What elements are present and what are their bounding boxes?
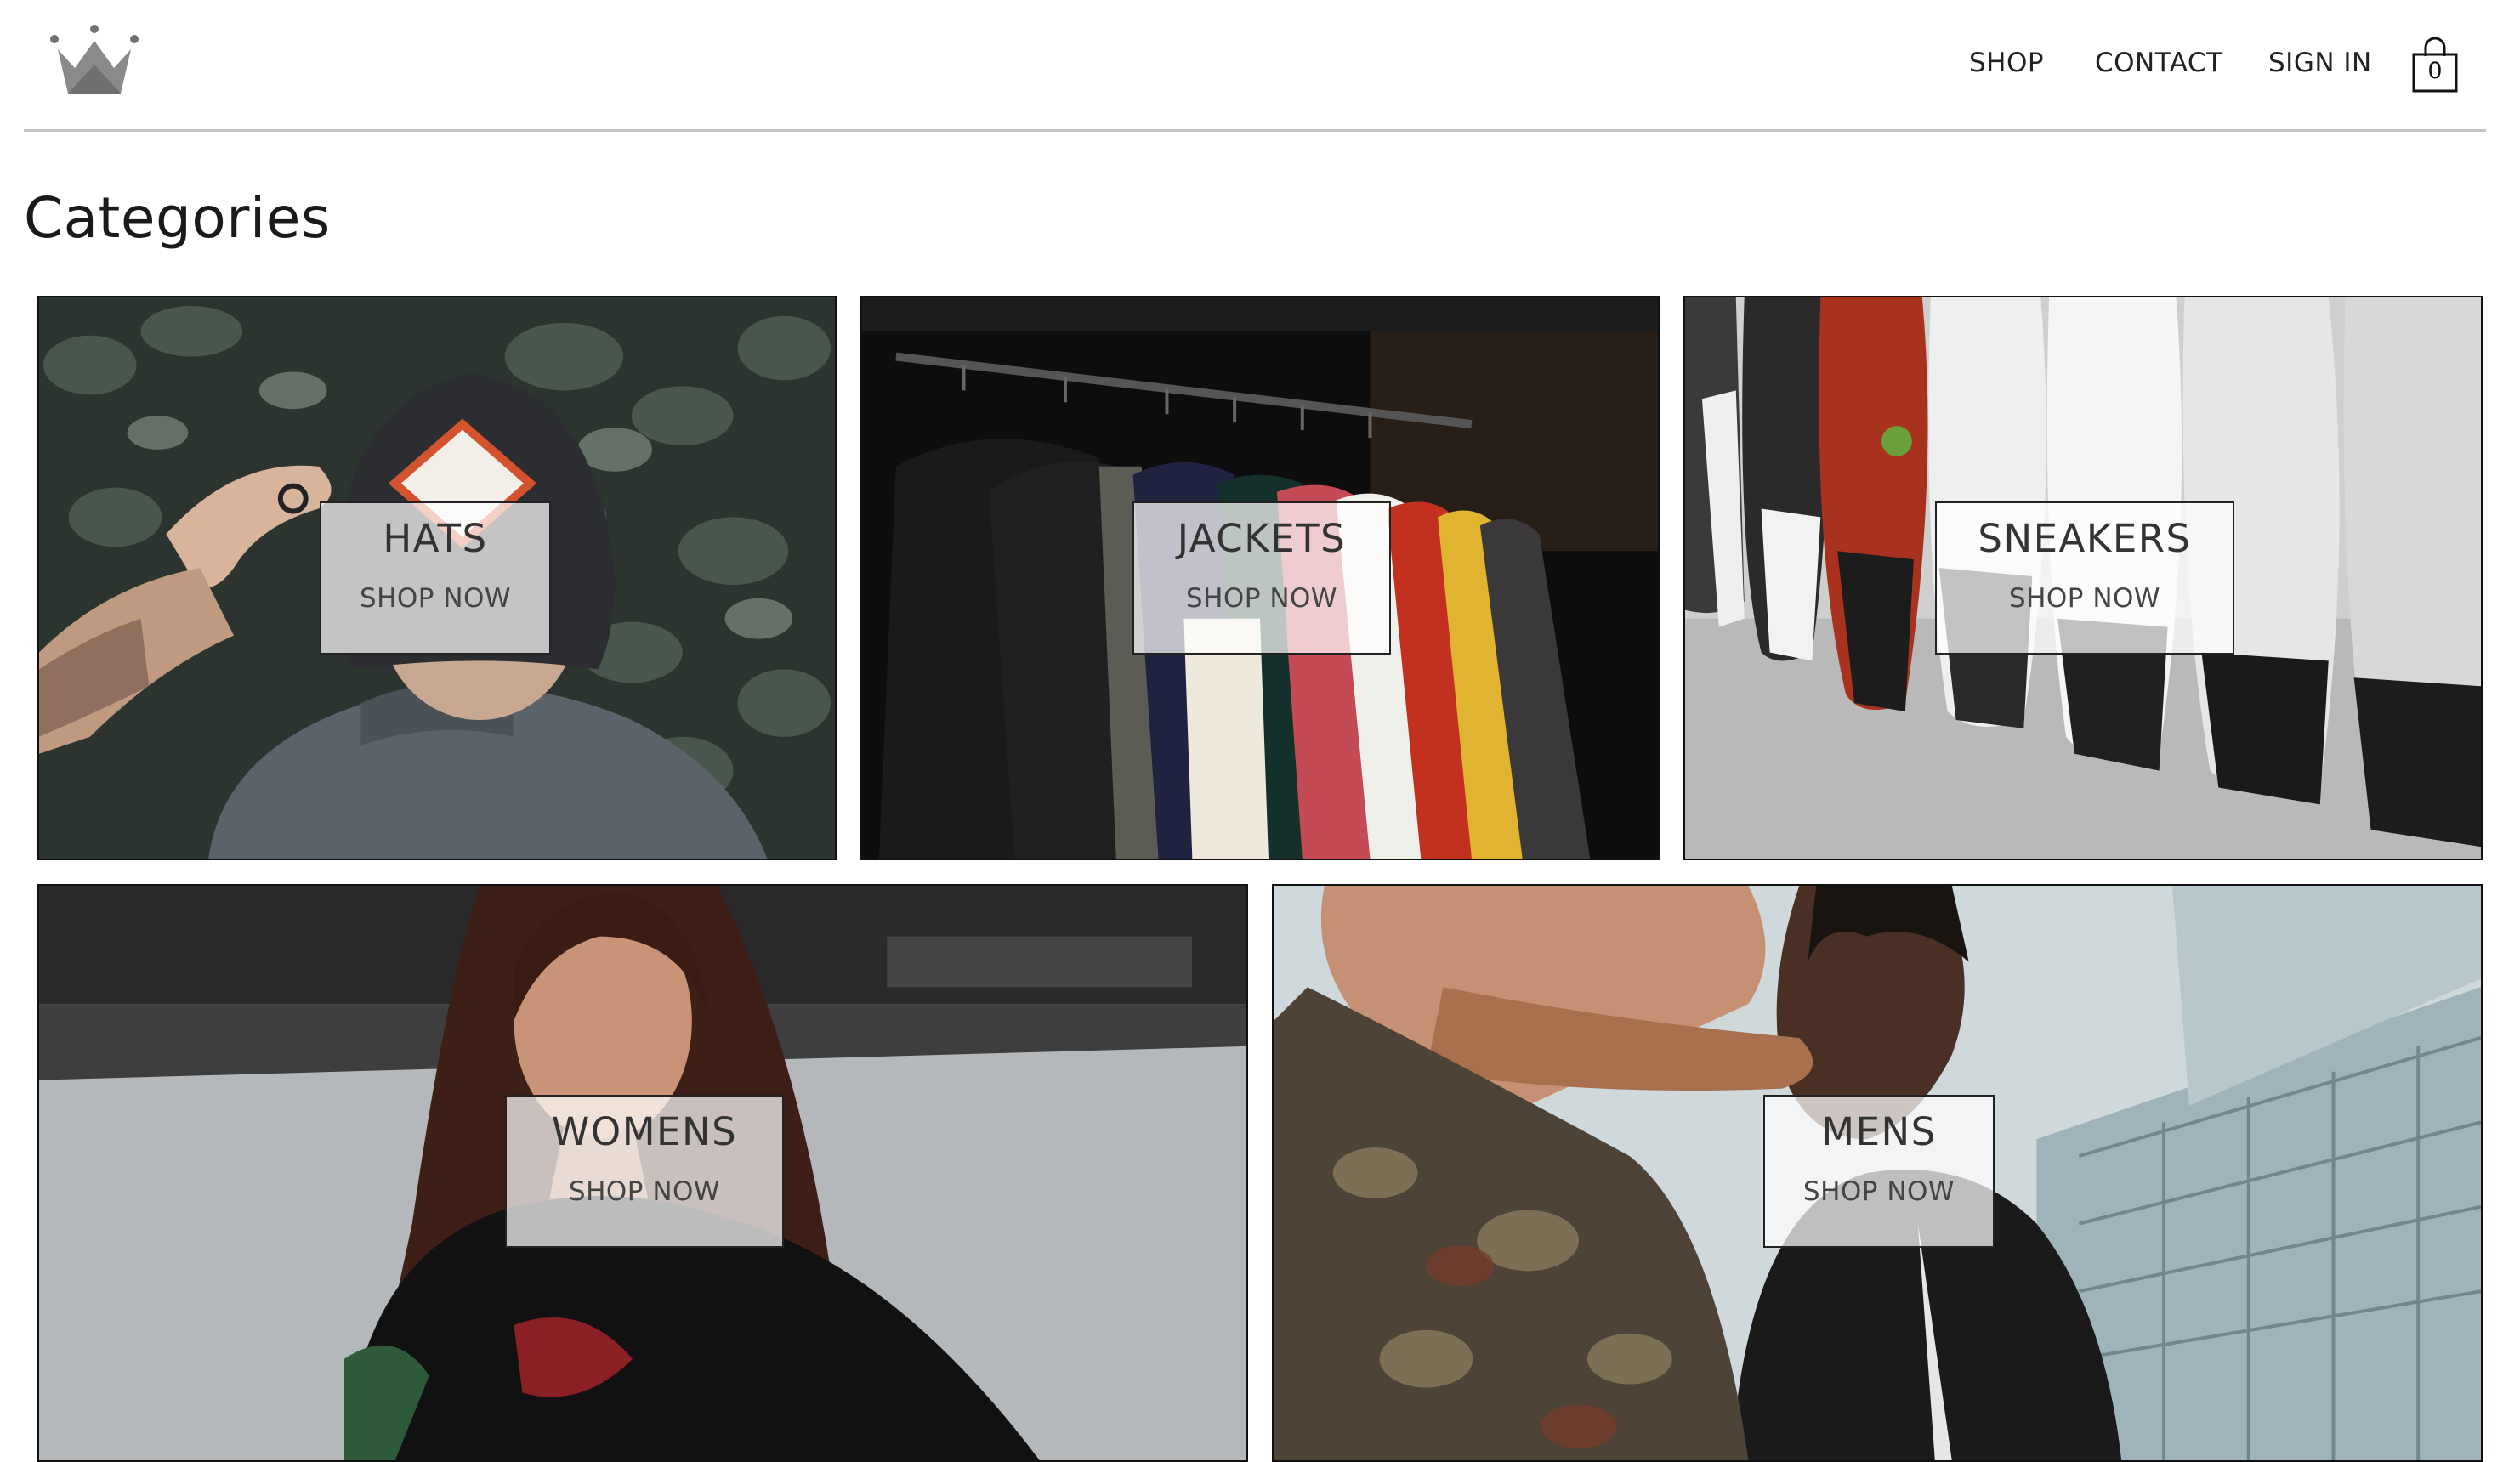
category-label-jackets[interactable]: JACKETS SHOP NOW (1132, 502, 1391, 654)
nav-sign-in-link[interactable]: SIGN IN (2268, 48, 2372, 78)
category-title: WOMENS (551, 1109, 738, 1154)
category-label-hats[interactable]: HATS SHOP NOW (320, 502, 551, 654)
shop-now-link[interactable]: SHOP NOW (1134, 581, 1389, 615)
category-label-sneakers[interactable]: SNEAKERS SHOP NOW (1935, 502, 2234, 654)
shop-now-link[interactable]: SHOP NOW (1765, 1175, 1993, 1209)
category-tile-hats[interactable]: HATS SHOP NOW (37, 296, 837, 860)
shop-now-link[interactable]: SHOP NOW (507, 1175, 782, 1209)
category-title: MENS (1821, 1109, 1937, 1154)
category-tile-sneakers[interactable]: SNEAKERS SHOP NOW (1683, 296, 2483, 860)
page-title: Categories (24, 185, 331, 251)
category-label-mens[interactable]: MENS SHOP NOW (1763, 1095, 1995, 1248)
category-tile-jackets[interactable]: JACKETS SHOP NOW (860, 296, 1660, 860)
cart-button[interactable]: 0 (2411, 37, 2459, 94)
crown-icon[interactable] (49, 24, 139, 97)
category-title: HATS (383, 516, 488, 561)
category-label-womens[interactable]: WOMENS SHOP NOW (505, 1095, 784, 1248)
shop-now-link[interactable]: SHOP NOW (1937, 581, 2233, 615)
category-tile-womens[interactable]: WOMENS SHOP NOW (37, 884, 1248, 1462)
nav-contact-link[interactable]: CONTACT (2095, 48, 2223, 78)
category-title: JACKETS (1177, 516, 1347, 561)
cart-count: 0 (2427, 58, 2443, 84)
nav-shop-link[interactable]: SHOP (1969, 48, 2044, 78)
category-title: SNEAKERS (1978, 516, 2192, 561)
category-tile-mens[interactable]: MENS SHOP NOW (1272, 884, 2483, 1462)
shop-now-link[interactable]: SHOP NOW (321, 581, 549, 615)
site-header: SHOP CONTACT SIGN IN 0 (24, 0, 2486, 132)
